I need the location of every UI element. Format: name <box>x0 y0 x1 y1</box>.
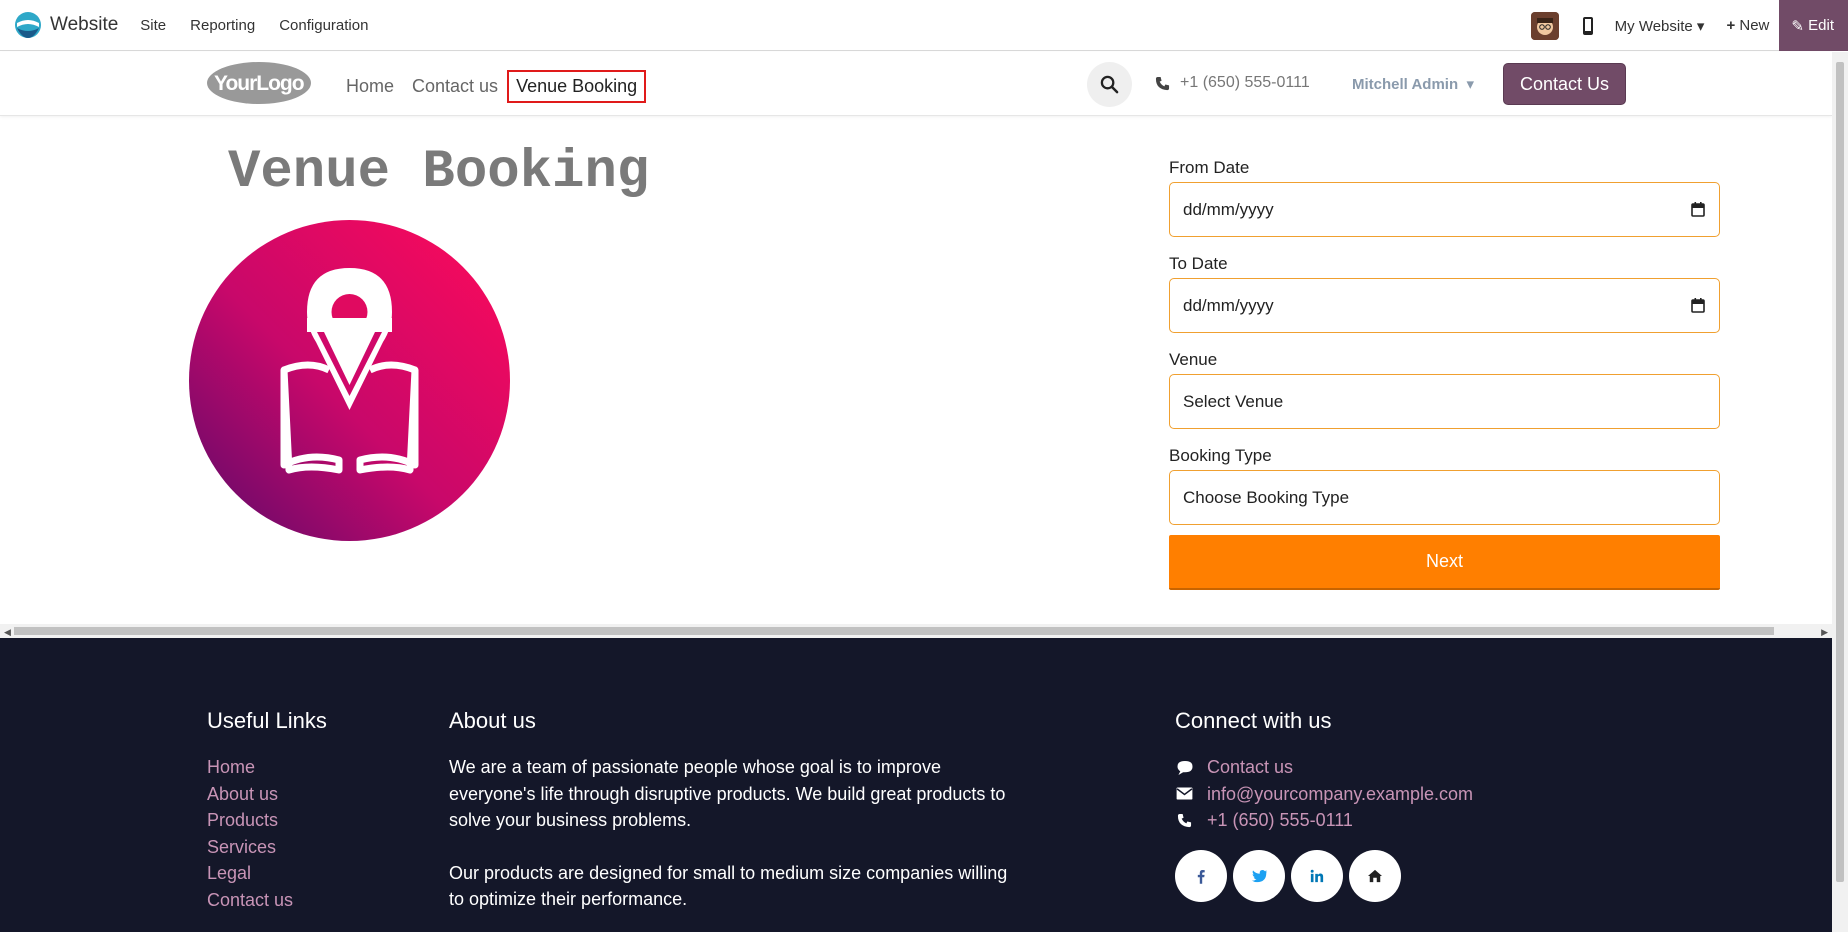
footer-link-services[interactable]: Services <box>207 834 327 861</box>
footer-link-about-us[interactable]: About us <box>207 781 327 808</box>
menu-site[interactable]: Site <box>140 17 166 34</box>
to-date-label: To Date <box>1169 254 1228 273</box>
next-button[interactable]: Next <box>1169 535 1720 590</box>
venue-select[interactable]: Select Venue <box>1169 374 1720 429</box>
linkedin-button[interactable] <box>1291 850 1343 902</box>
calendar-icon[interactable] <box>1691 297 1705 313</box>
from-date-placeholder: dd/mm/yyyy <box>1183 199 1274 219</box>
header-contact-us-button[interactable]: Contact Us <box>1503 63 1626 105</box>
plus-icon: + <box>1726 17 1736 34</box>
connect-phone-link[interactable]: +1 (650) 555-0111 <box>1175 807 1473 834</box>
venue-booking-form: From Date dd/mm/yyyy To Date dd/mm/yyyy … <box>1169 158 1720 590</box>
app-name: Website <box>50 14 119 35</box>
horizontal-scrollbar[interactable]: ◀ ▶ <box>0 624 1832 638</box>
user-name: Mitchell Admin <box>1352 76 1459 93</box>
website-selector[interactable]: My Website ▾ <box>1615 17 1705 35</box>
comment-icon <box>1175 759 1194 775</box>
website-header: YourLogo Home Contact us Venue Booking +… <box>0 52 1832 116</box>
nav-venue-booking[interactable]: Venue Booking <box>507 70 647 103</box>
connect-title: Connect with us <box>1175 708 1332 733</box>
connect-email-label: info@yourcompany.example.com <box>1207 783 1474 804</box>
scroll-left-icon[interactable]: ◀ <box>4 627 11 638</box>
user-menu[interactable]: Mitchell Admin ▾ <box>1352 75 1474 93</box>
useful-links-section: Useful Links Home About us Products Serv… <box>207 708 327 913</box>
search-button[interactable] <box>1087 62 1132 107</box>
about-section: About us We are a team of passionate peo… <box>449 708 1024 932</box>
booking-type-label: Booking Type <box>1169 446 1272 465</box>
horizontal-scrollbar-thumb[interactable] <box>14 627 1774 635</box>
new-button[interactable]: + New <box>1726 17 1769 34</box>
nav-home[interactable]: Home <box>346 76 394 97</box>
booking-type-select-value: Choose Booking Type <box>1183 487 1350 507</box>
useful-links-title: Useful Links <box>207 708 327 733</box>
user-avatar[interactable] <box>1530 11 1559 40</box>
from-date-input[interactable]: dd/mm/yyyy <box>1169 182 1720 237</box>
nav-contact-us[interactable]: Contact us <box>412 76 498 97</box>
edit-button[interactable]: ✎ Edit <box>1779 0 1848 51</box>
envelope-icon <box>1175 786 1194 802</box>
footer-link-home[interactable]: Home <box>207 754 327 781</box>
page-title: Venue Booking <box>228 142 650 203</box>
website-selector-label: My Website <box>1614 17 1693 35</box>
home-icon <box>1368 869 1382 883</box>
to-date-input[interactable]: dd/mm/yyyy <box>1169 278 1720 333</box>
admin-bar: Website Site Reporting Configuration My … <box>0 0 1848 51</box>
search-icon <box>1100 75 1119 94</box>
your-logo[interactable]: YourLogo <box>206 60 312 106</box>
facebook-button[interactable] <box>1175 850 1227 902</box>
venue-label: Venue <box>1169 350 1218 369</box>
facebook-icon <box>1197 869 1205 884</box>
linkedin-icon <box>1310 869 1324 883</box>
to-date-placeholder: dd/mm/yyyy <box>1183 295 1274 315</box>
website-app-icon <box>15 12 41 38</box>
svg-text:YourLogo: YourLogo <box>214 72 304 95</box>
twitter-button[interactable] <box>1233 850 1285 902</box>
phone-icon <box>1155 76 1170 90</box>
twitter-icon <box>1251 870 1267 883</box>
footer: Useful Links Home About us Products Serv… <box>0 638 1832 932</box>
phone-icon <box>1175 812 1194 828</box>
pencil-icon: ✎ <box>1791 17 1809 35</box>
scroll-right-icon[interactable]: ▶ <box>1821 627 1828 638</box>
venue-booking-logo-image <box>189 220 510 541</box>
connect-contact-label: Contact us <box>1207 757 1294 777</box>
calendar-icon[interactable] <box>1691 201 1705 217</box>
about-paragraph-2: Our products are designed for small to m… <box>449 862 1008 910</box>
mobile-preview-icon[interactable] <box>1581 16 1595 36</box>
connect-email-link[interactable]: info@yourcompany.example.com <box>1175 781 1473 808</box>
header-phone-number: +1 (650) 555-0111 <box>1180 74 1310 91</box>
caret-down-icon: ▾ <box>1466 76 1474 93</box>
vertical-scrollbar-thumb[interactable] <box>1836 62 1844 882</box>
home-button[interactable] <box>1349 850 1401 902</box>
booking-type-select[interactable]: Choose Booking Type <box>1169 470 1720 525</box>
from-date-label: From Date <box>1169 158 1250 177</box>
menu-reporting[interactable]: Reporting <box>190 17 255 34</box>
connect-phone-label: +1 (650) 555-0111 <box>1207 810 1353 830</box>
vertical-scrollbar[interactable] <box>1832 52 1848 932</box>
header-phone[interactable]: +1 (650) 555-0111 <box>1155 74 1310 92</box>
footer-link-products[interactable]: Products <box>207 807 327 834</box>
website-app-logo[interactable]: Website <box>14 11 118 39</box>
edit-label: Edit <box>1808 17 1834 34</box>
venue-select-value: Select Venue <box>1183 391 1284 411</box>
footer-link-contact-us[interactable]: Contact us <box>207 887 327 914</box>
about-paragraph-1: We are a team of passionate people whose… <box>449 757 1006 830</box>
caret-down-icon: ▾ <box>1696 17 1705 35</box>
connect-contact-link[interactable]: Contact us <box>1175 754 1473 781</box>
connect-section: Connect with us Contact us info@yourcomp… <box>1175 708 1473 834</box>
footer-link-legal[interactable]: Legal <box>207 860 327 887</box>
menu-configuration[interactable]: Configuration <box>279 17 368 34</box>
social-links <box>1175 850 1401 902</box>
about-title: About us <box>449 708 536 733</box>
new-label: New <box>1739 17 1770 34</box>
